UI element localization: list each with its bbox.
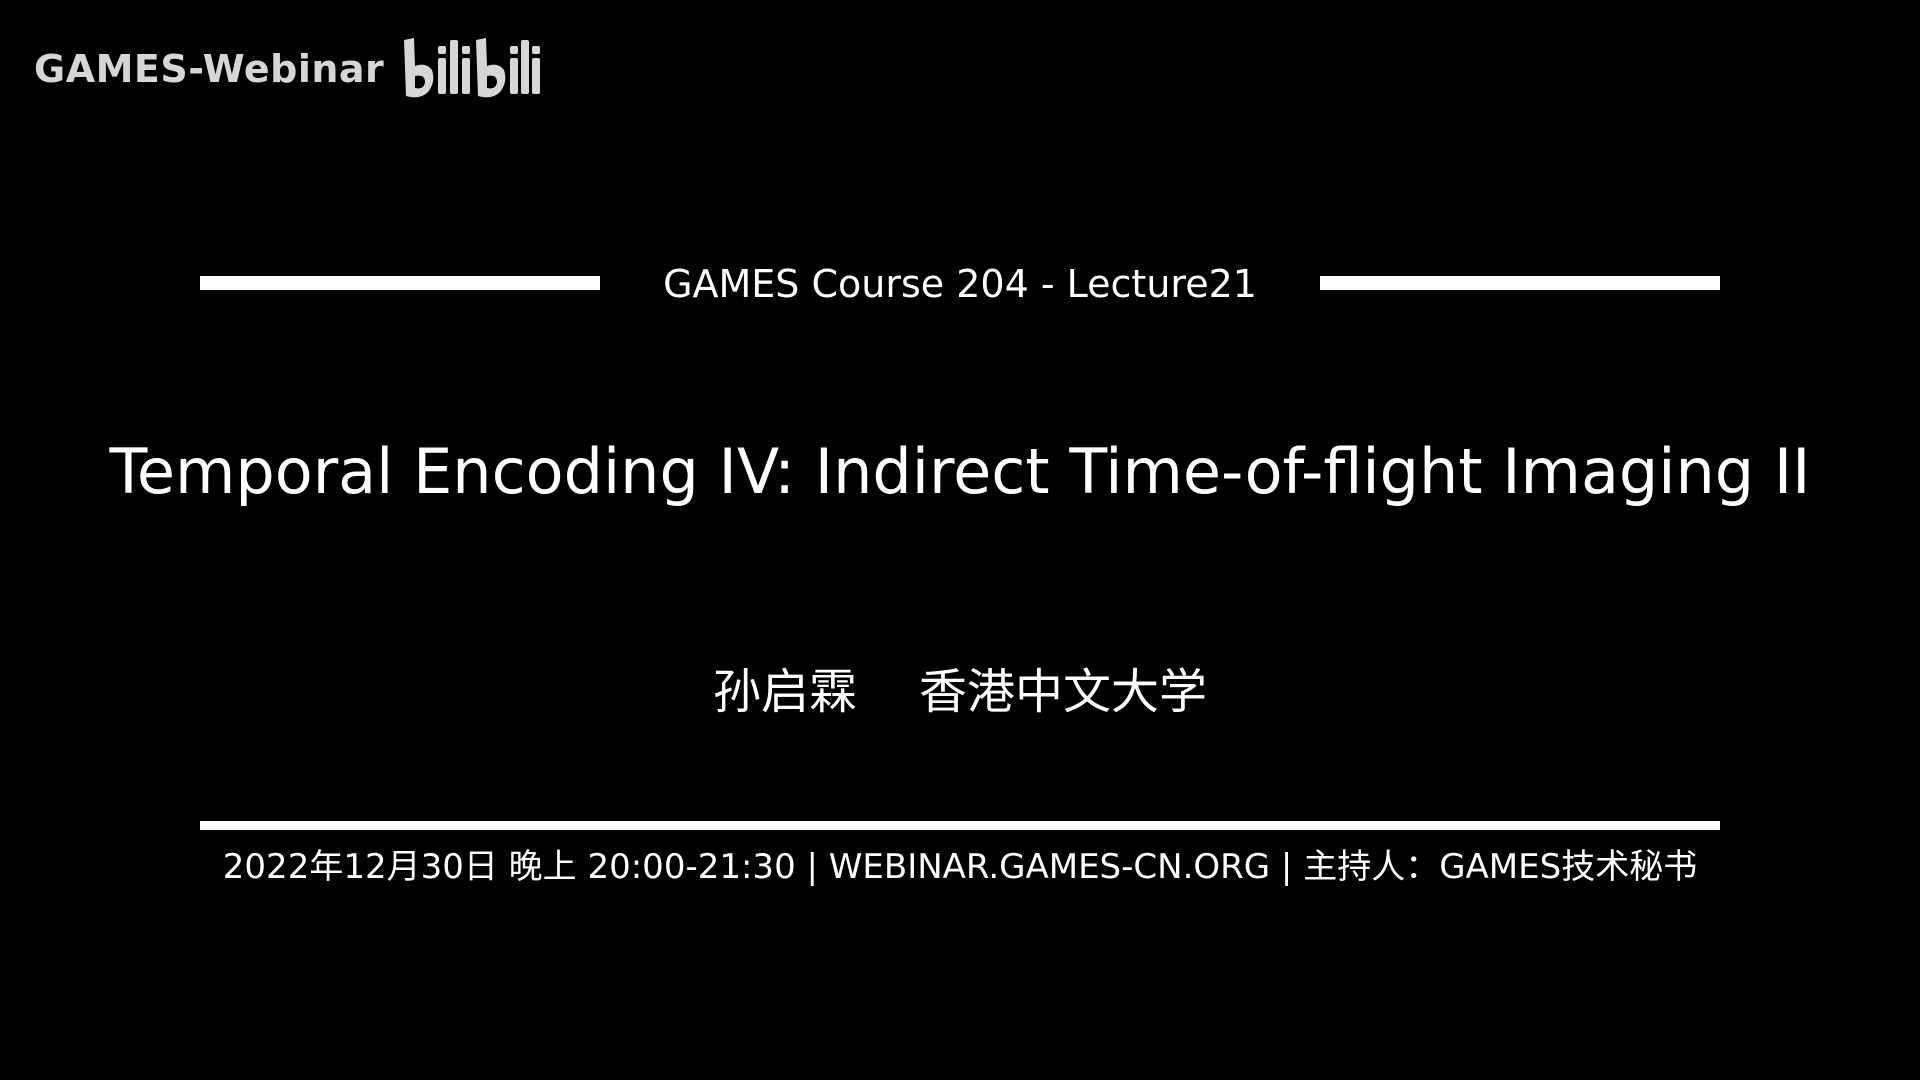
header-rule-right	[1320, 276, 1720, 290]
watermark-text: GAMES-Webinar	[34, 47, 385, 91]
slide-title: Temporal Encoding IV: Indirect Time-of-f…	[109, 435, 1811, 508]
footer-rule	[200, 821, 1720, 830]
presenter-affiliation: 香港中文大学	[919, 664, 1208, 720]
schedule-info: 2022年12月30日 晚上 20:00-21:30 | WEBINAR.GAM…	[222, 847, 1698, 887]
channel-watermark: GAMES-Webinar	[34, 34, 542, 104]
header-rule-left	[200, 276, 600, 290]
bilibili-logo-icon	[404, 38, 541, 98]
slide-frame: GAMES-Webinar GAMES Course 204 - Lecture…	[0, 0, 1920, 1080]
course-label: GAMES Course 204 - Lecture21	[663, 262, 1257, 306]
presenter-line: 孙启霖 香港中文大学	[0, 660, 1920, 724]
presenter-name: 孙启霖	[712, 664, 857, 720]
